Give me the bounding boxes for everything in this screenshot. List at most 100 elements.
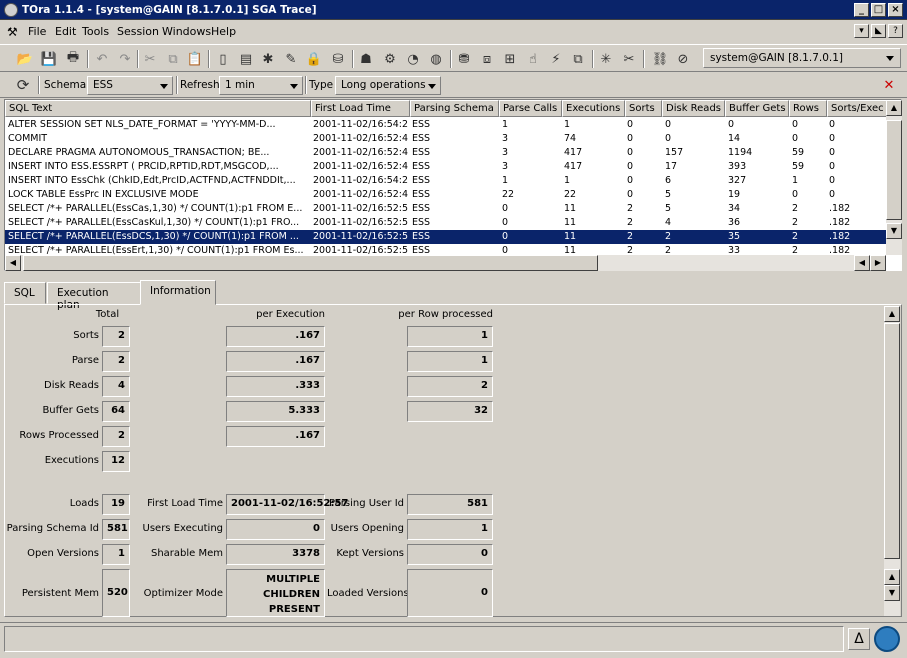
- table-row[interactable]: INSERT INTO ESS.ESSRPT ( PRCID,RPTID,RDT…: [5, 160, 886, 174]
- hscroll-thumb[interactable]: [23, 255, 598, 271]
- scroll-down-icon[interactable]: ▼: [886, 223, 902, 239]
- alert-icon[interactable]: ✳: [597, 50, 615, 68]
- table-cell: 2: [792, 217, 799, 228]
- tools-icon[interactable]: ✂: [620, 50, 638, 68]
- open-icon[interactable]: 📂: [16, 50, 34, 68]
- hand-icon[interactable]: ☝: [524, 50, 542, 68]
- connection-select[interactable]: system@GAIN [8.1.7.0.1]: [703, 48, 901, 68]
- table-row[interactable]: DECLARE PRAGMA AUTONOMOUS_TRANSACTION; B…: [5, 146, 886, 160]
- info-scroll-thumb[interactable]: [884, 323, 900, 559]
- cut-icon[interactable]: ✂: [141, 50, 159, 68]
- table-row[interactable]: LOCK TABLE EssPrc IN EXCLUSIVE MODE 2001-…: [5, 188, 886, 202]
- parsing-user-label: Parsing User Id: [329, 498, 404, 509]
- database-icon[interactable]: ⛁: [329, 50, 347, 68]
- worksheet-icon[interactable]: ▤: [237, 50, 255, 68]
- loads-label: Loads: [69, 498, 99, 509]
- table-row[interactable]: SELECT /*+ PARALLEL(EssCas,1,30) */ COUN…: [5, 202, 886, 216]
- vertical-scrollbar[interactable]: ▲ ▼: [886, 100, 902, 255]
- menu-file[interactable]: File: [28, 25, 46, 38]
- chart-icon[interactable]: ◔: [404, 50, 422, 68]
- scroll-up-icon[interactable]: ▲: [884, 306, 900, 322]
- debug-icon[interactable]: ✱: [259, 50, 277, 68]
- column-header[interactable]: SQL Text: [5, 100, 311, 117]
- menu-edit[interactable]: Edit: [55, 25, 76, 38]
- table-cell: SELECT /*+ PARALLEL(EssCasKul,1,30) */ C…: [8, 217, 300, 228]
- column-header[interactable]: Sorts/Exec: [827, 100, 889, 117]
- scroll-thumb[interactable]: [886, 120, 902, 220]
- mdi-restore-button[interactable]: ◣: [871, 24, 886, 38]
- info-vertical-scrollbar[interactable]: ▲ ▲ ▼: [884, 306, 900, 616]
- maximize-button[interactable]: □: [871, 3, 886, 17]
- scroll-up-icon[interactable]: ▲: [886, 100, 902, 116]
- tab-sql[interactable]: SQL: [4, 282, 46, 304]
- disconnect-icon[interactable]: ⊘: [674, 50, 692, 68]
- minimize-button[interactable]: _: [854, 3, 869, 17]
- table-cell: 2001-11-02/16:52:57: [313, 231, 408, 242]
- report-icon[interactable]: ⧉: [569, 50, 587, 68]
- mdi-minimize-button[interactable]: ▾: [854, 24, 869, 38]
- column-header[interactable]: Rows: [789, 100, 827, 117]
- globe-icon[interactable]: ◍: [427, 50, 445, 68]
- table-cell: ESS: [412, 175, 431, 186]
- gear-icon[interactable]: ⚙: [381, 50, 399, 68]
- refresh-icon[interactable]: ⟳: [14, 76, 32, 94]
- table-cell: 0: [502, 217, 509, 228]
- session-icon[interactable]: ☗: [357, 50, 375, 68]
- schema-select[interactable]: ESS: [87, 76, 173, 95]
- scroll-right-icon[interactable]: ▶: [870, 255, 886, 271]
- menu-windows[interactable]: Windows: [162, 25, 211, 38]
- refresh-select[interactable]: 1 min: [219, 76, 303, 95]
- column-header[interactable]: Executions: [562, 100, 625, 117]
- scroll-left-end-icon[interactable]: ◀: [854, 255, 870, 271]
- brush-icon[interactable]: ✎: [282, 50, 300, 68]
- optimizer-mode-value: MULTIPLE CHILDREN PRESENT: [226, 569, 325, 617]
- table-cell: 2: [792, 203, 799, 214]
- tab-information[interactable]: Information: [140, 280, 216, 305]
- type-select[interactable]: Long operations: [335, 76, 441, 95]
- column-header[interactable]: First Load Time: [311, 100, 410, 117]
- tab-execution-plan[interactable]: Execution plan: [47, 282, 141, 311]
- redo-icon[interactable]: ↷: [116, 50, 134, 68]
- scroll-up-icon[interactable]: ▲: [884, 569, 900, 585]
- paste-icon[interactable]: 📋: [186, 50, 204, 68]
- storage-icon[interactable]: ⛃: [455, 50, 473, 68]
- table-row[interactable]: SELECT /*+ PARALLEL(EssCasKul,1,30) */ C…: [5, 216, 886, 230]
- window-menu-icon[interactable]: [4, 3, 18, 17]
- table-row[interactable]: SELECT /*+ PARALLEL(EssDCS,1,30) */ COUN…: [5, 230, 886, 244]
- table-row[interactable]: COMMIT 2001-11-02/16:52:49 ESS 3 74 0 0 14 0 0: [5, 132, 886, 146]
- menu-help[interactable]: Help: [211, 25, 236, 38]
- print-icon[interactable]: 🖶: [64, 50, 82, 68]
- backup-icon[interactable]: ⧈: [478, 50, 496, 68]
- schema-label: Schema: [44, 79, 87, 91]
- column-header[interactable]: Parse Calls: [499, 100, 562, 117]
- lock-icon[interactable]: 🔒: [305, 50, 323, 68]
- column-header[interactable]: Parsing Schema: [410, 100, 499, 117]
- stop-icon[interactable]: ✕: [880, 76, 898, 94]
- copy-icon[interactable]: ⧉: [164, 50, 182, 68]
- table-cell: 2001-11-02/16:52:49: [313, 133, 408, 144]
- stat-label: Buffer Gets: [42, 405, 99, 416]
- column-header[interactable]: Sorts: [625, 100, 662, 117]
- schema-icon[interactable]: ⊞: [501, 50, 519, 68]
- delta-icon[interactable]: Δ: [848, 628, 870, 650]
- users-opening-label: Users Opening: [330, 523, 404, 534]
- table-row[interactable]: INSERT INTO EssChk (ChkID,Edt,PrcID,ACTF…: [5, 174, 886, 188]
- table-cell: 14: [728, 133, 741, 144]
- stat-total: 2: [102, 426, 130, 447]
- close-button[interactable]: ×: [888, 3, 903, 17]
- menu-session[interactable]: Session: [117, 25, 159, 38]
- connect-icon[interactable]: ⛓: [651, 50, 669, 68]
- table-row[interactable]: ALTER SESSION SET NLS_DATE_FORMAT = 'YYY…: [5, 118, 886, 132]
- mdi-close-button[interactable]: ?: [888, 24, 903, 38]
- mdi-window-icon[interactable]: ⚒: [7, 25, 18, 39]
- new-sql-icon[interactable]: ▯: [214, 50, 232, 68]
- scroll-left-icon[interactable]: ◀: [5, 255, 21, 271]
- column-header[interactable]: Buffer Gets: [725, 100, 789, 117]
- save-icon[interactable]: 💾: [40, 50, 58, 68]
- undo-icon[interactable]: ↶: [93, 50, 111, 68]
- scroll-down-icon[interactable]: ▼: [884, 585, 900, 601]
- horizontal-scrollbar[interactable]: ◀ ◀ ▶: [5, 255, 886, 271]
- column-header[interactable]: Disk Reads: [662, 100, 725, 117]
- lightning-icon[interactable]: ⚡: [547, 50, 565, 68]
- menu-tools[interactable]: Tools: [82, 25, 109, 38]
